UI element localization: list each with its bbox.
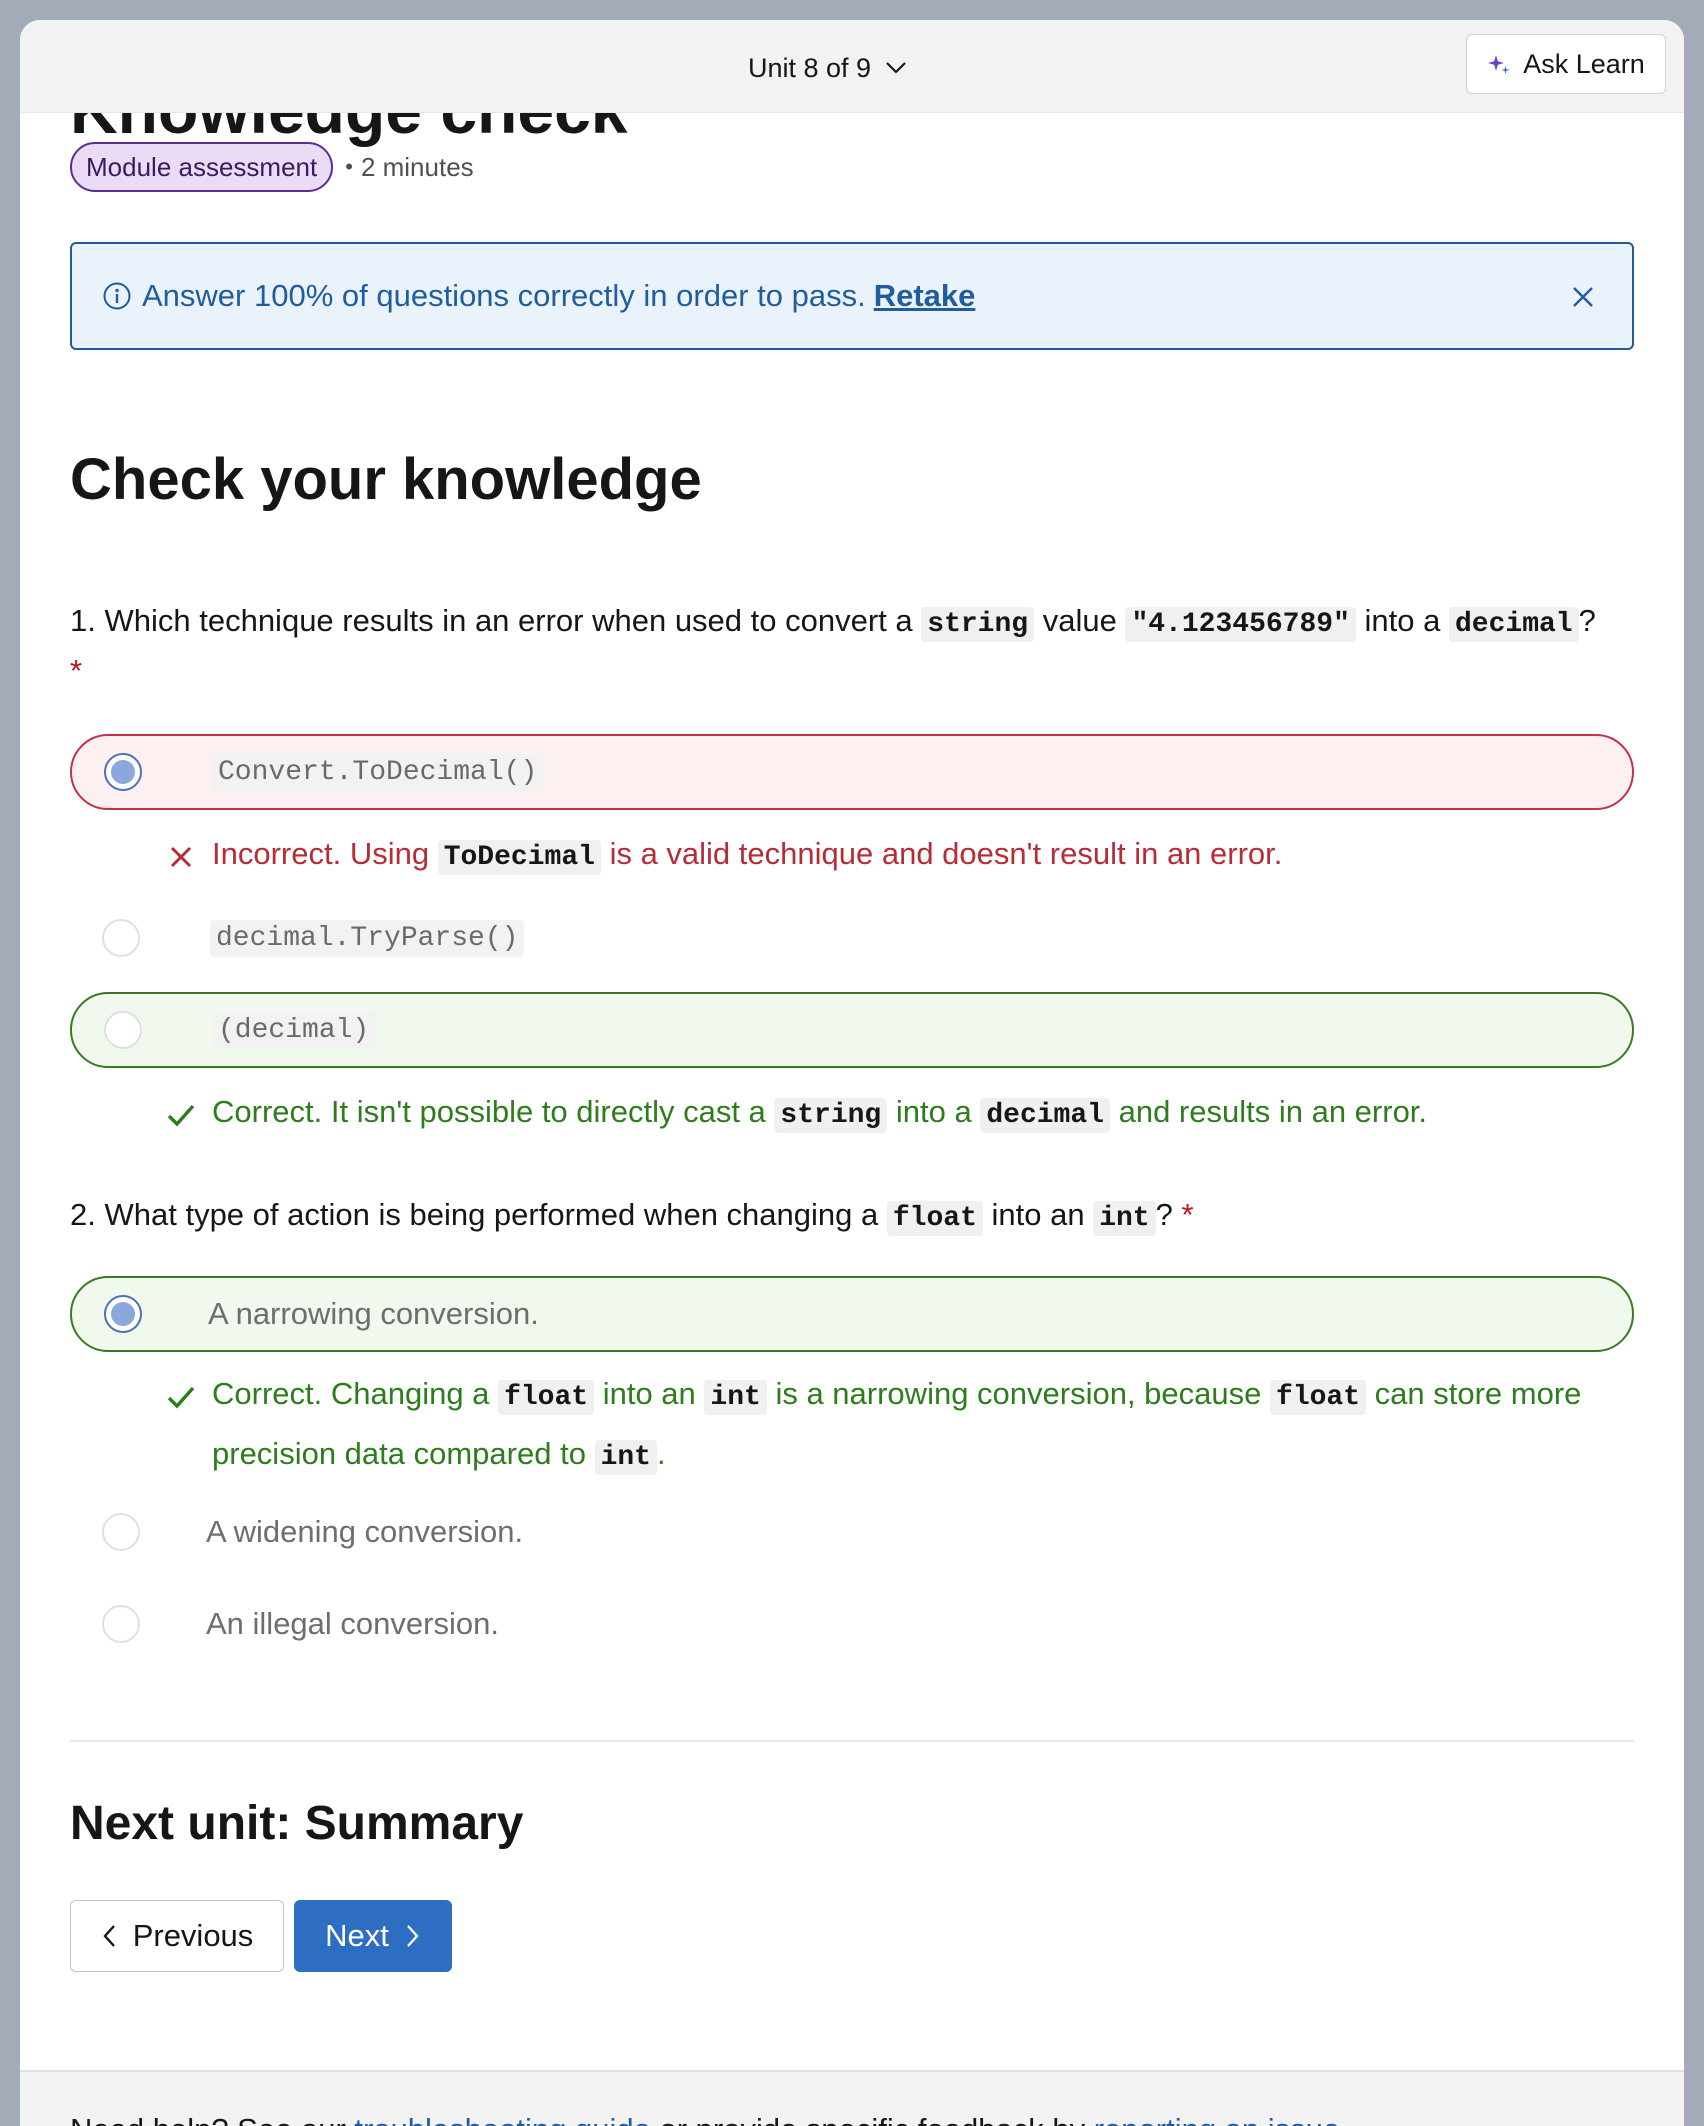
code-token: string xyxy=(921,607,1035,642)
radio-button[interactable] xyxy=(104,1011,142,1049)
footer: Need help? See our troubleshooting guide… xyxy=(20,2070,1684,2126)
divider xyxy=(70,1740,1634,1742)
question-text: value xyxy=(1042,603,1117,638)
unit-selector[interactable]: Unit 8 of 9 xyxy=(748,48,907,88)
required-marker: * xyxy=(70,653,83,688)
radio-button[interactable] xyxy=(102,919,140,957)
checkmark-icon xyxy=(167,1386,195,1409)
code-token: float xyxy=(1270,1380,1367,1415)
ask-learn-label: Ask Learn xyxy=(1523,48,1645,79)
question-2: 2. What type of action is being performe… xyxy=(70,1192,1640,1242)
chevron-right-icon xyxy=(406,1925,419,1947)
incorrect-x-icon xyxy=(170,846,192,868)
ask-learn-button[interactable]: Ask Learn xyxy=(1466,34,1666,94)
troubleshooting-link[interactable]: troubleshooting guide xyxy=(354,2112,650,2126)
checkmark-icon xyxy=(167,1104,195,1127)
question-text: ? xyxy=(1155,1197,1173,1232)
option-label: Convert.ToDecimal() xyxy=(212,753,544,791)
question-text: into an xyxy=(991,1197,1085,1232)
duration-label: 2 minutes xyxy=(360,151,474,182)
code-token: float xyxy=(886,1201,983,1236)
next-button[interactable]: Next xyxy=(294,1900,452,1972)
code-token: decimal xyxy=(980,1098,1110,1133)
question-number: 1. xyxy=(70,603,96,638)
module-assessment-badge: Module assessment xyxy=(70,142,334,192)
q1-option-convert-todecimal[interactable]: Convert.ToDecimal() xyxy=(70,734,1634,810)
pass-requirement-alert: Answer 100% of questions correctly in or… xyxy=(70,242,1634,350)
feedback-text: Correct. Changing a float into an int is… xyxy=(212,1376,1582,1475)
q2-option-narrowing[interactable]: A narrowing conversion. xyxy=(70,1276,1634,1352)
question-text: into a xyxy=(1364,603,1441,638)
previous-label: Previous xyxy=(132,1918,254,1953)
meta-row: Module assessment • 2 minutes xyxy=(70,140,474,194)
question-text: ? xyxy=(1578,603,1596,638)
question-text: What type of action is being performed w… xyxy=(104,1197,879,1232)
q1-feedback-incorrect: Incorrect. Using ToDecimal is a valid te… xyxy=(166,826,1626,886)
close-icon[interactable] xyxy=(1568,282,1598,312)
retake-link[interactable]: Retake xyxy=(874,278,976,314)
q1-feedback-correct: Correct. It isn't possible to directly c… xyxy=(166,1084,1626,1144)
sparkle-icon xyxy=(1488,55,1510,74)
q2-feedback-correct: Correct. Changing a float into an int is… xyxy=(166,1366,1626,1486)
required-marker: * xyxy=(1181,1197,1194,1232)
code-token: string xyxy=(774,1098,888,1133)
q2-option-illegal[interactable]: An illegal conversion. xyxy=(70,1586,1634,1662)
radio-button[interactable] xyxy=(102,1513,140,1551)
option-label: A widening conversion. xyxy=(206,1514,524,1549)
previous-button[interactable]: Previous xyxy=(70,1900,284,1972)
option-label: decimal.TryParse() xyxy=(210,919,525,957)
browser-window: Knowledge check Module assessment • 2 mi… xyxy=(20,20,1684,2126)
chevron-down-icon xyxy=(886,62,906,74)
radio-button[interactable] xyxy=(104,753,142,791)
next-unit-title: Next unit: Summary xyxy=(70,1797,524,1850)
option-label: An illegal conversion. xyxy=(206,1606,499,1641)
question-1: 1. Which technique results in an error w… xyxy=(70,598,1640,694)
code-token: int xyxy=(594,1440,657,1475)
option-label: A narrowing conversion. xyxy=(208,1296,539,1331)
option-label: (decimal) xyxy=(212,1011,376,1049)
q2-option-widening[interactable]: A widening conversion. xyxy=(70,1494,1634,1570)
code-token: decimal xyxy=(1448,607,1579,642)
feedback-text: Correct. It isn't possible to directly c… xyxy=(212,1094,1428,1133)
meta-separator: • xyxy=(345,154,353,179)
chevron-left-icon xyxy=(103,1925,115,1947)
footer-help-text: Need help? See our troubleshooting guide… xyxy=(70,2112,1340,2126)
code-token: float xyxy=(498,1380,595,1415)
question-number: 2. xyxy=(70,1197,96,1232)
info-icon xyxy=(103,282,131,310)
q1-option-decimal-cast[interactable]: (decimal) xyxy=(70,992,1634,1068)
code-token: int xyxy=(1093,1201,1156,1236)
report-issue-link[interactable]: reporting an issue xyxy=(1094,2112,1340,2126)
code-token: "4.123456789" xyxy=(1125,607,1356,642)
code-token: int xyxy=(704,1380,767,1415)
q1-option-decimal-tryparse[interactable]: decimal.TryParse() xyxy=(70,900,1634,976)
alert-message: Answer 100% of questions correctly in or… xyxy=(142,278,866,313)
radio-button[interactable] xyxy=(102,1605,140,1643)
top-bar: Unit 8 of 9 Ask Learn xyxy=(20,20,1684,113)
question-text: Which technique results in an error when… xyxy=(104,603,913,638)
radio-button[interactable] xyxy=(104,1295,142,1333)
feedback-text: Incorrect. Using ToDecimal is a valid te… xyxy=(212,836,1283,875)
unit-label: Unit 8 of 9 xyxy=(748,52,872,83)
section-title: Check your knowledge xyxy=(70,447,702,512)
code-token: ToDecimal xyxy=(437,840,601,875)
next-label: Next xyxy=(325,1918,389,1953)
